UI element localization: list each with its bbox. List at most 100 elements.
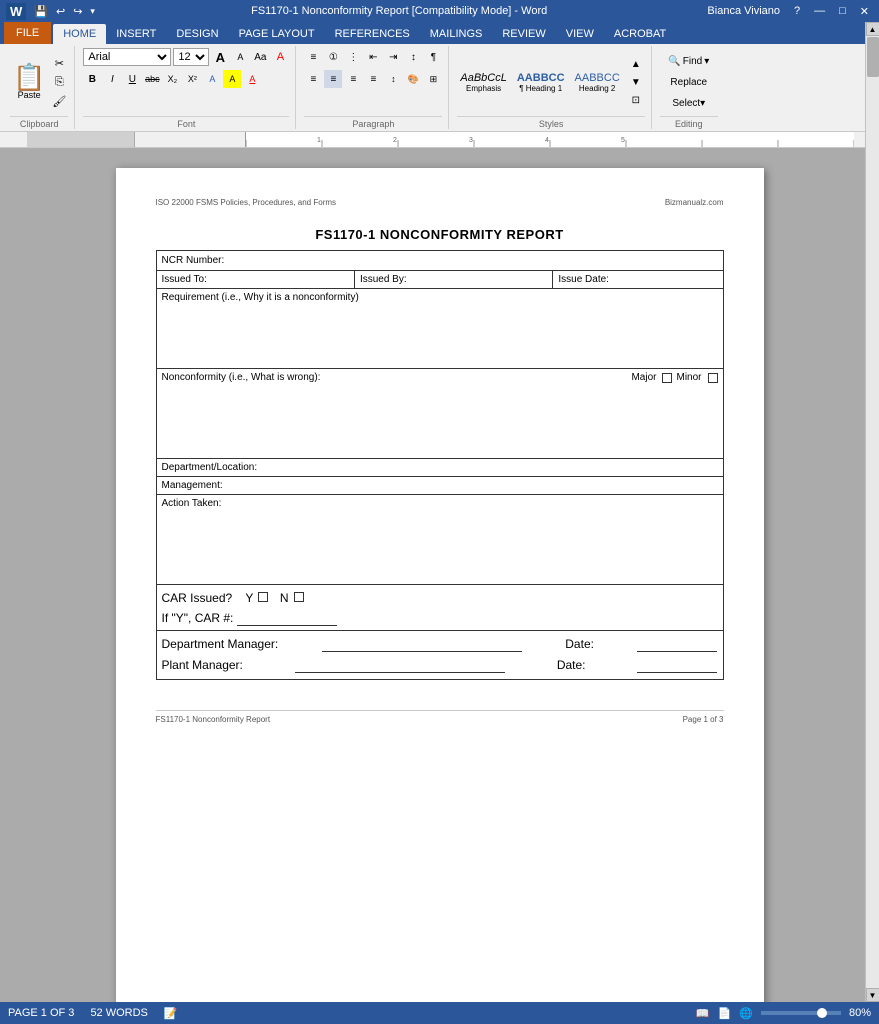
car-section: CAR Issued? Y N If "Y", CAR #:: [156, 585, 724, 631]
underline-button[interactable]: U: [123, 70, 141, 88]
find-icon: 🔍: [668, 56, 680, 67]
zoom-thumb[interactable]: [817, 1008, 827, 1018]
style-heading1[interactable]: AABBCC ¶ Heading 1: [514, 69, 568, 96]
scroll-down-arrow[interactable]: ▼: [866, 988, 879, 1002]
style-heading1-label: ¶ Heading 1: [519, 84, 562, 93]
cut-button[interactable]: ✂: [50, 54, 68, 72]
major-checkbox[interactable]: [662, 373, 672, 383]
font-name-select[interactable]: Arial: [83, 48, 171, 66]
sort-button[interactable]: ↕: [404, 48, 422, 66]
redo-btn[interactable]: ↪: [73, 5, 82, 18]
maximize-button[interactable]: □: [835, 5, 850, 18]
tab-design[interactable]: DESIGN: [166, 24, 228, 44]
style-heading2[interactable]: AABBCC Heading 2: [572, 69, 623, 96]
bullets-button[interactable]: ≡: [304, 48, 322, 66]
tab-mailings[interactable]: MAILINGS: [420, 24, 493, 44]
header-right: Bizmanualz.com: [665, 198, 724, 207]
plant-manager-date-label: Date:: [557, 658, 586, 673]
help-button[interactable]: ?: [790, 5, 804, 18]
tab-home[interactable]: HOME: [53, 24, 106, 44]
strikethrough-button[interactable]: abc: [143, 70, 161, 88]
align-center-button[interactable]: ≡: [324, 70, 342, 88]
vertical-scrollbar[interactable]: ▲ ▼: [865, 22, 879, 1002]
highlight-button[interactable]: A: [223, 70, 241, 88]
tab-references[interactable]: REFERENCES: [325, 24, 420, 44]
issue-date-cell: Issue Date:: [553, 271, 723, 289]
view-read-btn[interactable]: 📖: [696, 1007, 710, 1020]
subscript-button[interactable]: X₂: [163, 70, 181, 88]
change-case-button[interactable]: Aa: [251, 48, 269, 66]
bold-button[interactable]: B: [83, 70, 101, 88]
show-formatting-button[interactable]: ¶: [424, 48, 442, 66]
grow-font-button[interactable]: A: [211, 48, 229, 66]
styles-scroll-down[interactable]: ▼: [627, 73, 645, 91]
car-y-checkbox[interactable]: [258, 592, 268, 602]
clear-format-button[interactable]: A: [271, 48, 289, 66]
scroll-up-arrow[interactable]: ▲: [866, 22, 879, 36]
view-web-btn[interactable]: 🌐: [739, 1007, 753, 1020]
car-y-label: Y: [245, 591, 253, 605]
tab-acrobat[interactable]: ACROBAT: [604, 24, 676, 44]
replace-button[interactable]: Replace: [660, 73, 718, 91]
align-right-button[interactable]: ≡: [344, 70, 362, 88]
tab-page-layout[interactable]: PAGE LAYOUT: [229, 24, 325, 44]
line-spacing-button[interactable]: ↕: [384, 70, 402, 88]
borders-button[interactable]: ⊞: [424, 70, 442, 88]
footer-center: Page 1 of 3: [683, 715, 724, 724]
plant-manager-field[interactable]: [295, 658, 505, 673]
format-painter-button[interactable]: 🖌: [50, 92, 68, 110]
minor-checkbox[interactable]: [708, 373, 718, 383]
select-button[interactable]: Select ▾: [660, 94, 718, 112]
justify-button[interactable]: ≡: [364, 70, 382, 88]
styles-more[interactable]: ⊡: [627, 91, 645, 109]
minor-label: Minor: [676, 372, 701, 383]
tab-file[interactable]: FILE: [4, 22, 51, 44]
plant-manager-row: Plant Manager: Date:: [162, 658, 718, 673]
shading-button[interactable]: 🎨: [404, 70, 422, 88]
dept-manager-field[interactable]: [322, 637, 522, 652]
editing-group: 🔍 Find ▾ Replace Select ▾ Editing: [654, 46, 724, 129]
document-title: FS1170-1 NONCONFORMITY REPORT: [156, 227, 724, 242]
font-size-select[interactable]: 12: [173, 48, 209, 66]
increase-indent-button[interactable]: ⇥: [384, 48, 402, 66]
zoom-slider[interactable]: [761, 1011, 841, 1015]
car-n-checkbox[interactable]: [294, 592, 304, 602]
text-effect-button[interactable]: A: [203, 70, 221, 88]
minimize-button[interactable]: —: [810, 5, 829, 18]
paste-button[interactable]: 📋 Paste: [10, 61, 48, 103]
tab-view[interactable]: VIEW: [556, 24, 604, 44]
dept-manager-date-field[interactable]: [637, 637, 717, 652]
scroll-thumb[interactable]: [867, 37, 879, 77]
proofing-icon[interactable]: 📝: [164, 1007, 178, 1020]
superscript-button[interactable]: X²: [183, 70, 201, 88]
tab-insert[interactable]: INSERT: [106, 24, 166, 44]
scroll-track[interactable]: [866, 36, 879, 988]
align-left-button[interactable]: ≡: [304, 70, 322, 88]
style-emphasis[interactable]: AaBbCcL Emphasis: [457, 69, 509, 96]
multilevel-button[interactable]: ⋮: [344, 48, 362, 66]
find-button[interactable]: 🔍 Find ▾: [660, 52, 718, 70]
plant-manager-label: Plant Manager:: [162, 658, 243, 673]
decrease-indent-button[interactable]: ⇤: [364, 48, 382, 66]
find-label: Find: [683, 56, 702, 67]
italic-button[interactable]: I: [103, 70, 121, 88]
ruler-body: 1 2 3 4 5: [245, 132, 853, 148]
document-content-area: ISO 22000 FSMS Policies, Procedures, and…: [0, 148, 879, 1002]
car-number-field[interactable]: [237, 611, 337, 626]
view-print-btn[interactable]: 📄: [718, 1007, 732, 1020]
zoom-level[interactable]: 80%: [849, 1007, 871, 1019]
numbering-button[interactable]: ①: [324, 48, 342, 66]
quick-save[interactable]: 💾: [34, 5, 48, 18]
font-color-button[interactable]: A: [243, 70, 261, 88]
styles-scroll-up[interactable]: ▲: [627, 55, 645, 73]
mgmt-row: Management:: [156, 477, 723, 495]
plant-manager-date-field[interactable]: [637, 658, 717, 673]
issue-date-label: Issue Date:: [558, 274, 609, 285]
shrink-font-button[interactable]: A: [231, 48, 249, 66]
copy-button[interactable]: ⎘: [50, 73, 68, 91]
undo-btn[interactable]: ↩: [56, 5, 65, 18]
tab-review[interactable]: REVIEW: [492, 24, 555, 44]
ncr-cell: NCR Number:: [156, 251, 723, 271]
style-heading2-label: Heading 2: [579, 84, 615, 93]
close-button[interactable]: ✕: [856, 5, 873, 18]
